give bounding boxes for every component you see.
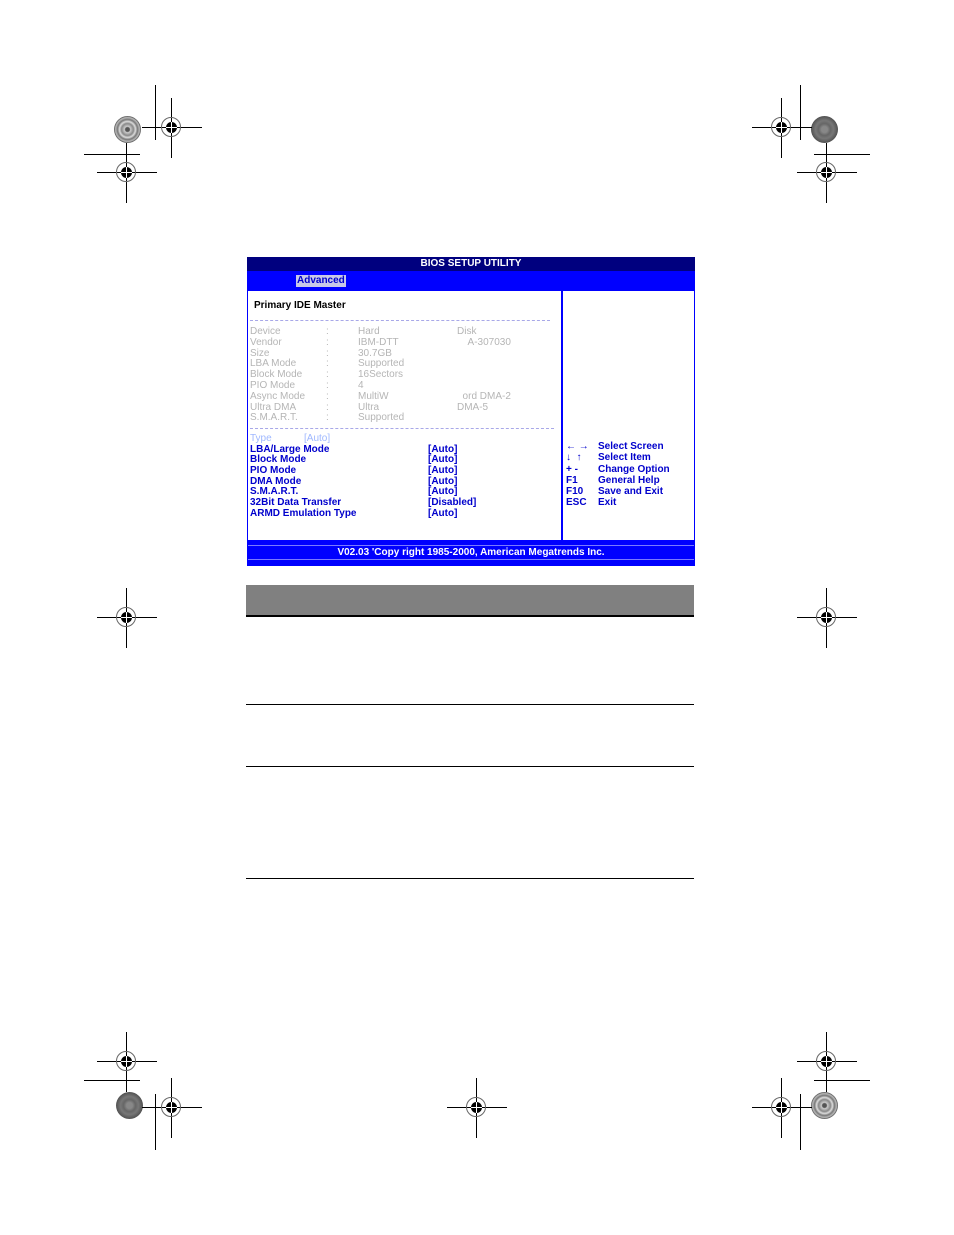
- registration-mark-icon: [447, 1078, 507, 1138]
- divider: [250, 320, 550, 321]
- registration-mark-icon: [797, 143, 857, 203]
- registration-disc-icon: [811, 116, 838, 143]
- help-pane: ← → Select Screen ↓ ↑ Select Item + - Chang…: [563, 291, 694, 540]
- option-armd-emulation[interactable]: ARMD Emulation Type [Auto]: [250, 508, 550, 520]
- arrow-up-down-icon: ↓ ↑: [566, 452, 582, 464]
- registration-disc-icon: [811, 1092, 838, 1119]
- section-title: Primary IDE Master: [254, 300, 346, 311]
- help-save-exit: F10 Save and Exit: [566, 486, 664, 498]
- table-row: [246, 705, 694, 767]
- key-help-list: ← → Select Screen ↓ ↑ Select Item + - Chang…: [566, 441, 691, 509]
- help-exit: ESC Exit: [566, 497, 617, 509]
- arrow-left-right-icon: ← →: [566, 441, 589, 452]
- info-row: Async Mode: MultiW ord DMA-2: [250, 390, 511, 402]
- registration-disc-icon: [114, 116, 141, 143]
- help-select-item: ↓ ↑ Select Item: [566, 452, 651, 464]
- table-row: [246, 617, 694, 705]
- registration-mark-icon: [142, 1078, 202, 1138]
- bios-menu-bar: Advanced: [247, 271, 695, 291]
- settings-pane: Primary IDE Master Device: Hard Disk Vendo…: [248, 291, 561, 540]
- table-header: [246, 585, 694, 617]
- registration-mark-icon: [97, 143, 157, 203]
- registration-disc-icon: [116, 1092, 143, 1119]
- help-select-screen: ← → Select Screen: [566, 441, 664, 452]
- device-info-list: Device: Hard Disk Vendor: IBM-DTT A-307030 …: [250, 326, 550, 424]
- divider: [250, 428, 554, 429]
- registration-mark-icon: [752, 1078, 812, 1138]
- info-row: Vendor: IBM-DTT A-307030: [250, 336, 511, 348]
- info-row: Block Mode:16Sectors: [250, 369, 404, 381]
- info-row: S.M.A.R.T.: Supported: [250, 412, 405, 424]
- registration-mark-icon: [797, 588, 857, 648]
- option-list: Type [Auto] LBA/Large Mode [Auto] Block Mo…: [250, 433, 550, 520]
- help-general: F1 General Help: [566, 474, 660, 486]
- description-table: [246, 585, 694, 879]
- bios-title: BIOS SETUP UTILITY: [247, 257, 695, 271]
- table-row: [246, 767, 694, 879]
- bios-setup-screen: BIOS SETUP UTILITY Advanced Primary IDE …: [247, 257, 695, 566]
- bios-footer: V02.03 'Copy right 1985-2000, American M…: [248, 545, 694, 560]
- registration-mark-icon: [97, 588, 157, 648]
- help-change-option: + - Change Option: [566, 463, 670, 475]
- tab-advanced[interactable]: Advanced: [296, 275, 346, 287]
